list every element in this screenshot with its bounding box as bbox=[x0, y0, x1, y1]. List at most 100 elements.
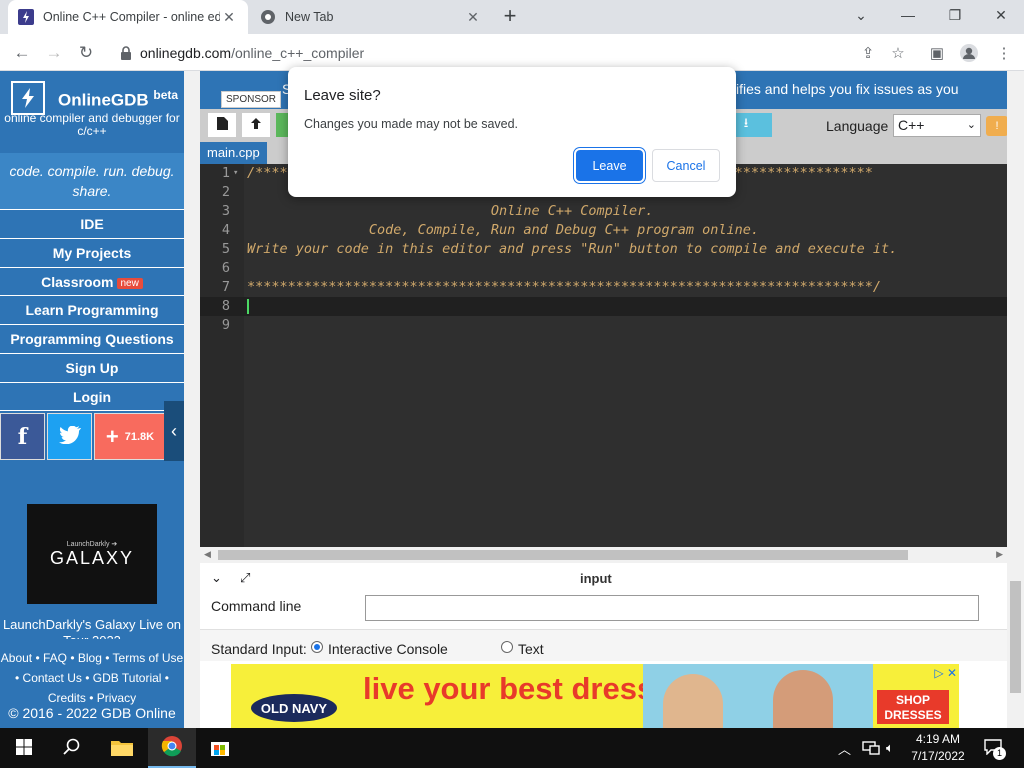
code-text: Code, Compile, Run and Debug C++ program… bbox=[247, 222, 760, 238]
code-line: 7 ***************************************… bbox=[200, 278, 1007, 297]
code-line: 3 Online C++ Compiler. bbox=[200, 202, 1007, 221]
sponsor-tag: SPONSOR bbox=[221, 91, 282, 108]
line-number: 8 bbox=[221, 298, 230, 314]
address-bar[interactable]: onlinegdb.com/online_c++_compiler bbox=[110, 38, 920, 67]
page-vertical-scrollbar[interactable] bbox=[1007, 71, 1024, 728]
start-button[interactable] bbox=[0, 728, 48, 768]
code-line: 6 bbox=[200, 259, 1007, 278]
code-text: ****************************************… bbox=[247, 279, 881, 295]
brand-header[interactable]: OnlineGDB beta online compiler and debug… bbox=[0, 71, 184, 153]
new-file-button[interactable] bbox=[208, 113, 236, 137]
sidebar-menu: IDE My Projects Classroom new Learn Progr… bbox=[0, 209, 184, 411]
code-text: Online C++ Compiler. bbox=[247, 203, 654, 219]
ad-photo bbox=[643, 664, 873, 728]
editor-horizontal-scrollbar[interactable]: ◀ ▶ bbox=[200, 547, 1007, 563]
close-tab-icon[interactable]: ✕ bbox=[220, 9, 238, 26]
beta-badge: beta bbox=[153, 88, 179, 102]
interactive-console-radio[interactable] bbox=[311, 641, 323, 653]
facebook-share-button[interactable]: f bbox=[0, 413, 45, 460]
line-number: 1 bbox=[221, 165, 230, 181]
minimize-button[interactable]: — bbox=[885, 0, 931, 30]
sidebar-scrollbar[interactable] bbox=[184, 71, 200, 728]
tab-onlinegdb[interactable]: Online C++ Compiler - online ed ✕ bbox=[8, 0, 248, 34]
volume-icon[interactable]: 🔈︎ bbox=[886, 728, 894, 768]
chrome-taskbar-button[interactable] bbox=[148, 728, 196, 768]
code-line: 9 bbox=[200, 316, 1007, 335]
scrollbar-thumb[interactable] bbox=[1010, 581, 1021, 693]
bookmark-star-icon[interactable]: ☆ bbox=[886, 41, 910, 65]
sidebar-item-programming-questions[interactable]: Programming Questions bbox=[0, 324, 184, 353]
tab-search-chevron-icon[interactable]: ⌄ bbox=[838, 0, 884, 30]
banner-ad[interactable]: OLD NAVY live your best dress life SHOP … bbox=[231, 664, 959, 728]
more-share-button[interactable]: + 71.8K bbox=[94, 413, 166, 460]
store-taskbar-button[interactable] bbox=[196, 728, 244, 768]
info-icon[interactable]: ! bbox=[986, 116, 1008, 136]
chrome-menu-icon[interactable]: ⋮ bbox=[992, 41, 1016, 65]
fold-arrow-icon[interactable]: ▾ bbox=[233, 164, 238, 183]
expand-icon[interactable]: ⤢ bbox=[240, 570, 250, 586]
ad-caption[interactable]: LaunchDarkly's Galaxy Live on Tour 2022 bbox=[0, 617, 184, 639]
close-tab-icon[interactable]: ✕ bbox=[464, 9, 482, 26]
sidebar-item-ide[interactable]: IDE bbox=[0, 209, 184, 238]
cancel-button[interactable]: Cancel bbox=[652, 149, 720, 182]
plus-icon: + bbox=[105, 423, 119, 449]
sidebar-item-my-projects[interactable]: My Projects bbox=[0, 237, 184, 267]
io-panel-header: ⌄ ⤢ input bbox=[200, 569, 1007, 589]
io-panel-label: input bbox=[580, 571, 612, 586]
network-icon[interactable] bbox=[862, 728, 880, 768]
run-button[interactable] bbox=[276, 113, 288, 137]
sidebar-item-sign-up[interactable]: Sign Up bbox=[0, 352, 184, 382]
side-panel-icon[interactable]: ▣ bbox=[925, 41, 949, 65]
scroll-left-arrow-icon[interactable]: ◀ bbox=[204, 549, 211, 560]
language-value: C++ bbox=[898, 117, 925, 133]
line-number: 5 bbox=[221, 241, 230, 257]
close-window-button[interactable]: ✕ bbox=[978, 0, 1024, 30]
notification-center-icon[interactable]: 1 bbox=[984, 728, 1006, 768]
share-icon[interactable]: ⇪ bbox=[856, 41, 880, 65]
text-radio[interactable] bbox=[501, 641, 513, 653]
cmdline-arguments-input[interactable] bbox=[365, 595, 979, 621]
back-arrow-icon[interactable]: ← bbox=[8, 39, 36, 67]
line-number: 2 bbox=[221, 184, 230, 200]
sidebar-ad[interactable]: LaunchDarkly ➔ GALAXY bbox=[27, 504, 157, 604]
new-tab-button[interactable]: + bbox=[499, 4, 521, 28]
forward-arrow-icon[interactable]: → bbox=[40, 39, 68, 67]
copyright: © 2016 - 2022 GDB Online bbox=[8, 705, 176, 721]
reload-icon[interactable]: ↻ bbox=[72, 39, 100, 67]
collapse-sidebar-chevron-icon[interactable]: ‹ bbox=[164, 401, 184, 461]
upload-button[interactable] bbox=[242, 113, 270, 137]
code-editor[interactable]: 1▾/*************************************… bbox=[200, 164, 1007, 547]
system-clock[interactable]: 4:19 AM 7/17/2022 bbox=[905, 731, 971, 765]
file-explorer-button[interactable] bbox=[98, 728, 146, 768]
browser-tab-strip: Online C++ Compiler - online ed ✕ New Ta… bbox=[0, 0, 1024, 34]
scroll-right-arrow-icon[interactable]: ▶ bbox=[996, 549, 1003, 560]
twitter-bird-icon bbox=[58, 425, 81, 447]
twitter-share-button[interactable] bbox=[47, 413, 92, 460]
cmdline-label: Command line arguments: bbox=[211, 598, 302, 614]
tray-chevron-up-icon[interactable]: ︿ bbox=[838, 728, 851, 768]
brand-name: OnlineGDB beta bbox=[58, 88, 179, 110]
language-label: Language bbox=[826, 118, 889, 134]
code-line: 4 Code, Compile, Run and Debug C++ progr… bbox=[200, 221, 1007, 240]
code-line-active: 8 bbox=[200, 297, 1007, 316]
new-badge: new bbox=[116, 277, 143, 289]
sidebar-item-learn-programming[interactable]: Learn Programming bbox=[0, 295, 184, 324]
scrollbar-thumb[interactable] bbox=[218, 550, 908, 560]
tab-new-tab[interactable]: New Tab ✕ bbox=[250, 0, 492, 34]
profile-avatar-icon[interactable] bbox=[957, 41, 981, 65]
search-button[interactable] bbox=[48, 728, 96, 768]
leave-button[interactable]: Leave bbox=[576, 150, 643, 181]
chrome-favicon-icon bbox=[260, 9, 276, 25]
footer-links[interactable]: About • FAQ • Blog • Terms of Use • Cont… bbox=[0, 648, 184, 708]
sidebar-item-classroom[interactable]: Classroom new bbox=[0, 266, 184, 296]
restore-button[interactable]: ❐ bbox=[932, 0, 978, 30]
ad-person-shape bbox=[663, 674, 723, 728]
chevron-down-icon[interactable]: ⌄ bbox=[211, 570, 222, 586]
sidebar-item-login[interactable]: Login bbox=[0, 381, 184, 411]
ad-choices-close-icon[interactable]: ▷ ✕ bbox=[934, 666, 957, 680]
language-select[interactable]: C++ ⌄ bbox=[893, 114, 981, 137]
file-tab-main-cpp[interactable]: main.cpp bbox=[200, 142, 267, 164]
shop-dresses-button[interactable]: SHOP DRESSES bbox=[877, 690, 949, 724]
line-number: 7 bbox=[221, 279, 230, 295]
sponsor-text: ifies and helps you fix issues as you bbox=[736, 81, 959, 97]
